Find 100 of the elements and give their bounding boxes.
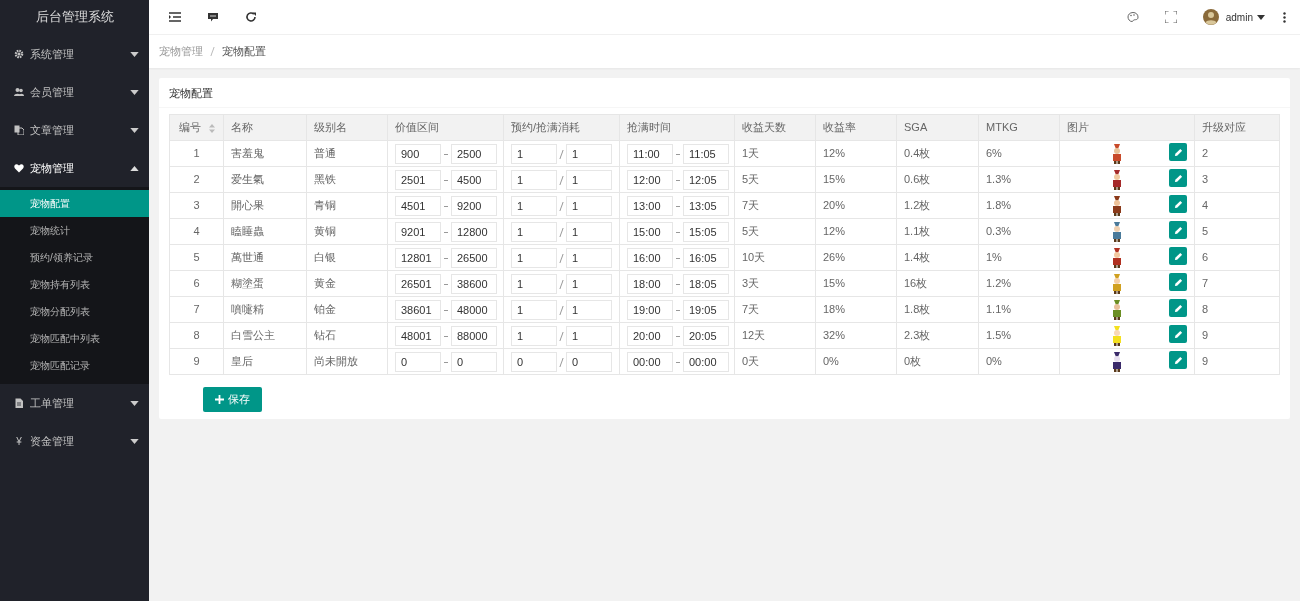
user-menu[interactable]: admin [1225, 9, 1265, 25]
input-field[interactable]: 1 [566, 299, 612, 320]
input-field[interactable]: 1 [566, 195, 612, 216]
table-cell: 7 [169, 296, 224, 323]
submenu-item[interactable]: 宠物匹配中列表 [0, 325, 149, 352]
table-cell: 0天 [734, 348, 816, 375]
input-field[interactable]: 12800 [451, 221, 497, 242]
palette-icon[interactable] [1126, 11, 1139, 23]
caret-icon [1257, 14, 1265, 20]
menu-item[interactable]: 工单管理 [0, 384, 149, 422]
input-field[interactable]: 1 [511, 143, 557, 164]
input-field[interactable]: 0 [395, 351, 441, 372]
edit-button[interactable] [1169, 221, 1187, 240]
edit-button[interactable] [1169, 169, 1187, 188]
input-field[interactable]: 16:00 [627, 247, 673, 268]
input-field[interactable]: 9200 [451, 195, 497, 216]
input-field[interactable]: 00:00 [683, 351, 729, 372]
input-field[interactable]: 16:05 [683, 247, 729, 268]
input-field[interactable]: 4500 [451, 169, 497, 190]
input-field[interactable]: 20:05 [683, 325, 729, 346]
menu-item[interactable]: 宠物管理 [0, 149, 149, 187]
edit-button[interactable] [1169, 351, 1187, 370]
fullscreen-icon[interactable] [1164, 11, 1177, 23]
submenu-item[interactable]: 宠物分配列表 [0, 298, 149, 325]
input-field[interactable]: 88000 [451, 325, 497, 346]
input-field[interactable]: 2500 [451, 143, 497, 164]
input-field[interactable]: 13:05 [683, 195, 729, 216]
input-field[interactable]: 2501 [395, 169, 441, 190]
pencil-icon [1173, 251, 1183, 261]
edit-button[interactable] [1169, 143, 1187, 162]
input-field[interactable]: 11:05 [683, 143, 729, 164]
edit-button[interactable] [1169, 247, 1187, 266]
edit-button[interactable] [1169, 299, 1187, 318]
more-icon[interactable] [1283, 11, 1286, 23]
table-cell: 1.5% [978, 322, 1060, 349]
refresh-icon[interactable] [245, 11, 257, 23]
submenu-item[interactable]: 宠物持有列表 [0, 271, 149, 298]
input-field[interactable]: 15:05 [683, 221, 729, 242]
input-field[interactable]: 1 [566, 325, 612, 346]
input-field[interactable]: 0 [511, 351, 557, 372]
menu-item[interactable]: 会员管理 [0, 73, 149, 111]
input-field[interactable]: 18:00 [627, 273, 673, 294]
input-field[interactable]: 19:05 [683, 299, 729, 320]
input-field[interactable]: 11:00 [627, 143, 673, 164]
gear-icon [14, 49, 24, 59]
input-field[interactable]: 48000 [451, 299, 497, 320]
input-field[interactable]: 12:05 [683, 169, 729, 190]
edit-button[interactable] [1169, 195, 1187, 214]
table-cell: 0% [978, 348, 1060, 375]
input-field[interactable]: 1 [511, 299, 557, 320]
table-cell: 尚未開放 [306, 348, 388, 375]
input-field[interactable]: 15:00 [627, 221, 673, 242]
input-field[interactable]: 9201 [395, 221, 441, 242]
menu-item[interactable]: ¥ 资金管理 [0, 422, 149, 460]
input-field[interactable]: 1 [566, 221, 612, 242]
submenu-item[interactable]: 预约/领养记录 [0, 244, 149, 271]
column-header: MTKG [978, 114, 1060, 141]
input-field[interactable]: 19:00 [627, 299, 673, 320]
submenu-item[interactable]: 宠物匹配记录 [0, 352, 149, 379]
input-field[interactable]: 4501 [395, 195, 441, 216]
input-field[interactable]: 20:00 [627, 325, 673, 346]
message-icon[interactable] [207, 11, 219, 23]
input-field[interactable]: 18:05 [683, 273, 729, 294]
menu-item[interactable]: 系统管理 [0, 35, 149, 73]
input-field[interactable]: 1 [511, 325, 557, 346]
submenu-item[interactable]: 宠物统计 [0, 217, 149, 244]
menu-icon[interactable] [169, 11, 181, 23]
table-cell: 1.1枚 [896, 218, 979, 245]
table-cell: 萬世通 [223, 244, 307, 271]
input-field[interactable]: 1 [511, 195, 557, 216]
input-field[interactable]: 26500 [451, 247, 497, 268]
input-field[interactable]: 12801 [395, 247, 441, 268]
column-header: 价值区间 [387, 114, 504, 141]
input-field[interactable]: 0 [451, 351, 497, 372]
input-field[interactable]: 1 [566, 169, 612, 190]
input-field[interactable]: 26501 [395, 273, 441, 294]
input-field[interactable]: 1 [511, 169, 557, 190]
input-field[interactable]: 900 [395, 143, 441, 164]
menu-item[interactable]: 文章管理 [0, 111, 149, 149]
pencil-icon [1173, 303, 1183, 313]
sort-icon [208, 123, 215, 133]
table-cell: 1% [978, 244, 1060, 271]
input-field[interactable]: 1 [511, 221, 557, 242]
input-field[interactable]: 1 [511, 273, 557, 294]
input-field[interactable]: 13:00 [627, 195, 673, 216]
input-field[interactable]: 1 [566, 273, 612, 294]
edit-button[interactable] [1169, 325, 1187, 344]
table-cell: 皇后 [223, 348, 307, 375]
input-field[interactable]: 48001 [395, 325, 441, 346]
input-field[interactable]: 38601 [395, 299, 441, 320]
submenu-item[interactable]: 宠物配置 [0, 190, 149, 217]
save-button[interactable]: 保存 [203, 387, 262, 412]
input-field[interactable]: 00:00 [627, 351, 673, 372]
input-field[interactable]: 1 [566, 247, 612, 268]
input-field[interactable]: 1 [511, 247, 557, 268]
edit-button[interactable] [1169, 273, 1187, 292]
input-field[interactable]: 12:00 [627, 169, 673, 190]
input-field[interactable]: 0 [566, 351, 612, 372]
input-field[interactable]: 38600 [451, 273, 497, 294]
input-field[interactable]: 1 [566, 143, 612, 164]
